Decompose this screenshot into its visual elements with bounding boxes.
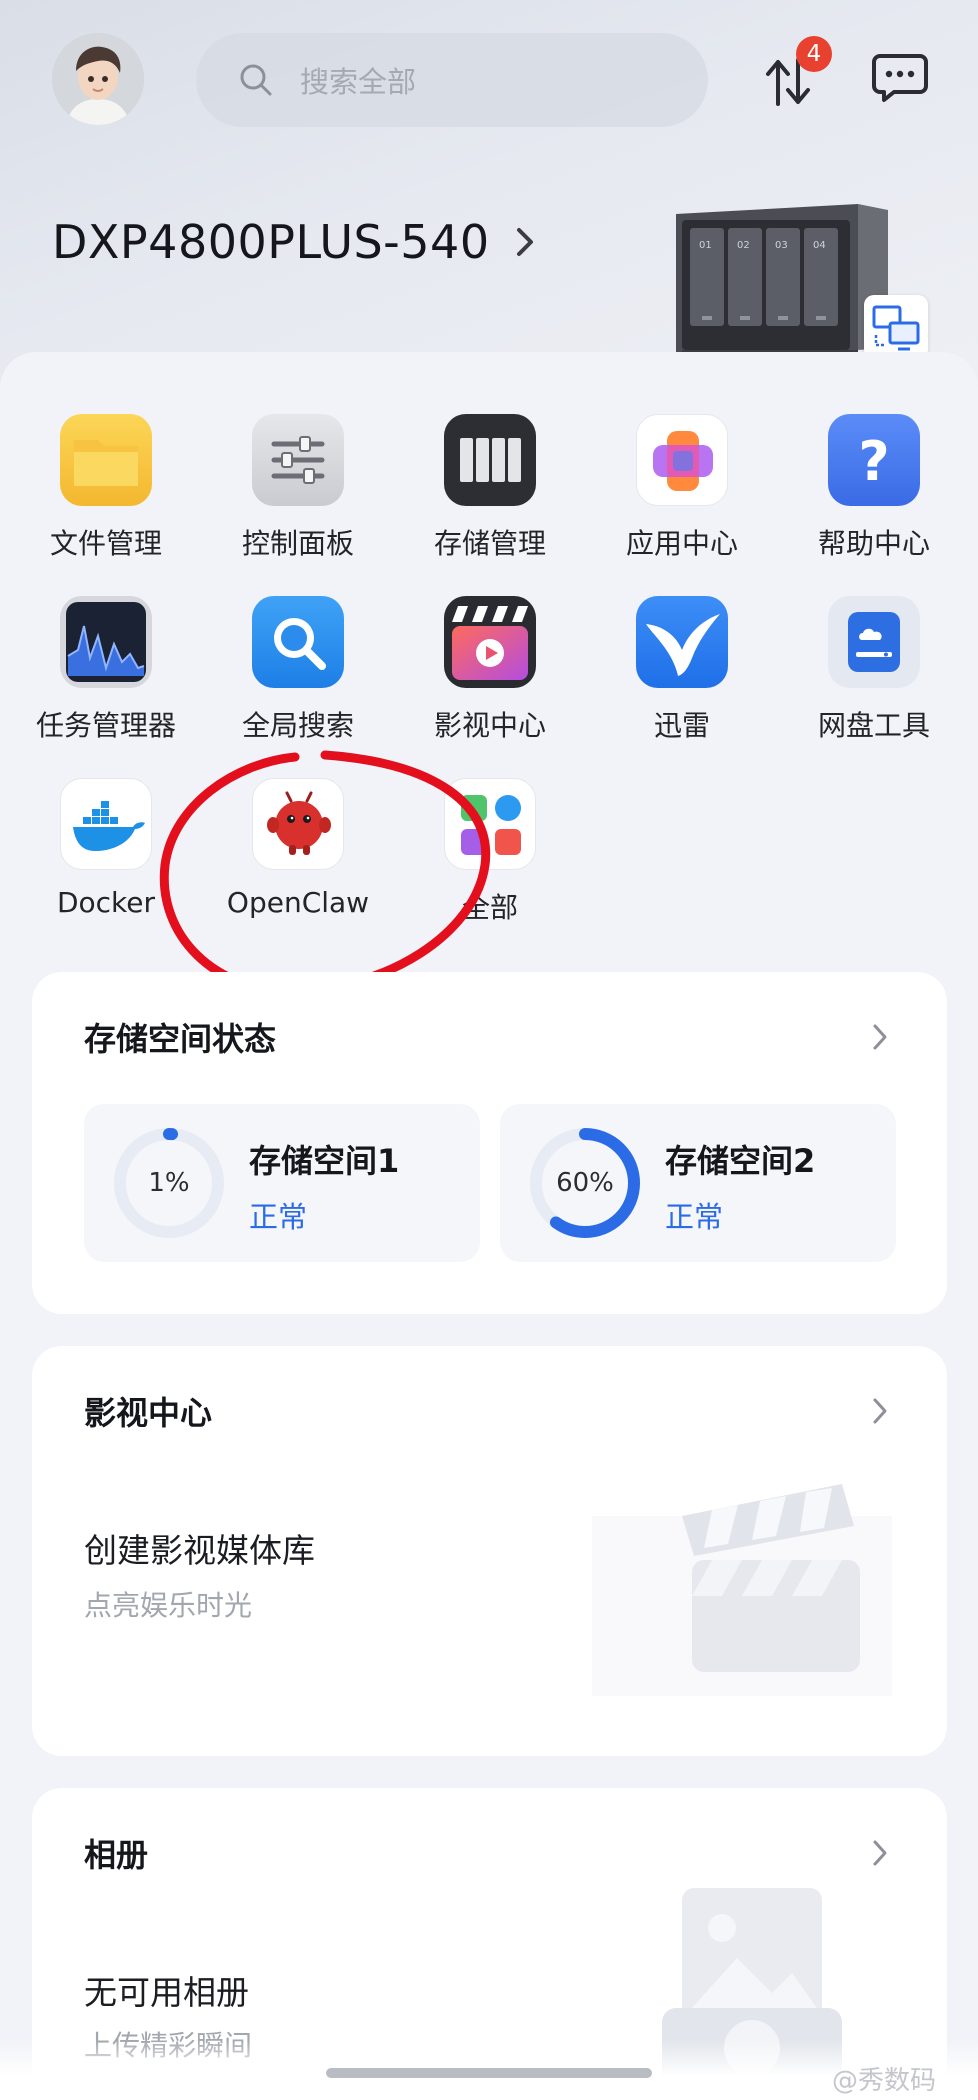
- volume-name: 存储空间1: [249, 1142, 400, 1180]
- app-label: 影视中心: [433, 709, 546, 742]
- app-video-center[interactable]: 影视中心: [395, 596, 585, 744]
- search-icon: [240, 64, 272, 96]
- app-label: 应用中心: [625, 527, 738, 560]
- app-control-panel[interactable]: 控制面板: [203, 414, 393, 562]
- docker-whale-icon: [60, 778, 152, 870]
- device-name: DXP4800PLUS-540: [52, 215, 490, 269]
- app-task-manager[interactable]: 任务管理器: [11, 596, 201, 744]
- remote-access-button[interactable]: [864, 295, 928, 359]
- app-label: 全部: [461, 891, 518, 924]
- svg-text:03: 03: [775, 240, 788, 251]
- usage-percent: 60%: [556, 1168, 614, 1198]
- chat-bubble-icon: [872, 54, 928, 102]
- svg-text:02: 02: [737, 240, 750, 251]
- app-label: 迅雷: [653, 709, 710, 742]
- user-avatar-icon: [52, 33, 144, 125]
- watermark: @秀数码: [832, 2066, 937, 2096]
- volume-status: 正常: [249, 1200, 308, 1234]
- card-title: 相册: [84, 1836, 149, 1874]
- app-store-icon: [636, 414, 728, 506]
- remote-screens-icon: [872, 305, 920, 351]
- app-label: 帮助中心: [817, 527, 930, 560]
- storage-status-card[interactable]: 存储空间状态 1% 存储空间1 正常 60% 存储空间2 正常: [32, 972, 947, 1314]
- app-app-center[interactable]: 应用中心: [587, 414, 777, 562]
- chevron-right-icon: [873, 1398, 887, 1424]
- home-indicator[interactable]: [326, 2068, 652, 2078]
- sliders-icon: [252, 414, 344, 506]
- app-openclaw[interactable]: OpenClaw: [203, 778, 393, 919]
- app-all[interactable]: 全部: [395, 778, 585, 926]
- avatar[interactable]: [52, 33, 144, 125]
- album-empty-title: 无可用相册: [84, 1973, 249, 2012]
- app-label: 存储管理: [433, 527, 546, 560]
- svg-text:?: ?: [858, 430, 889, 493]
- volume-status: 正常: [665, 1200, 724, 1234]
- app-help-center[interactable]: ? 帮助中心: [779, 414, 969, 562]
- app-label: 全局搜索: [241, 709, 354, 742]
- app-file-manager[interactable]: 文件管理: [11, 414, 201, 562]
- drives-icon: [444, 414, 536, 506]
- volume-card-2[interactable]: 60% 存储空间2 正常: [500, 1104, 896, 1262]
- clapperboard-illustration-icon: [592, 1484, 892, 1696]
- cloud-drive-icon: [828, 596, 920, 688]
- chevron-right-icon: [873, 1840, 887, 1866]
- card-title: 存储空间状态: [84, 1020, 277, 1058]
- svg-text:04: 04: [813, 240, 826, 251]
- chevron-right-icon: [516, 228, 533, 256]
- clapperboard-icon: [444, 596, 536, 688]
- activity-chart-icon: [60, 596, 152, 688]
- app-label: 控制面板: [241, 527, 354, 560]
- media-empty-title: 创建影视媒体库: [84, 1531, 315, 1570]
- volume-name: 存储空间2: [665, 1142, 816, 1180]
- transfer-count-badge: 4: [796, 36, 832, 72]
- messages-button[interactable]: [872, 52, 928, 104]
- search-bar[interactable]: 搜索全部: [196, 33, 708, 127]
- app-cloud-drive-tool[interactable]: 网盘工具: [779, 596, 969, 744]
- grid-apps-icon: [444, 778, 536, 870]
- app-label: 网盘工具: [817, 709, 930, 742]
- search-placeholder: 搜索全部: [300, 65, 417, 99]
- app-label: 任务管理器: [35, 709, 176, 742]
- app-storage-manager[interactable]: 存储管理: [395, 414, 585, 562]
- app-global-search[interactable]: 全局搜索: [203, 596, 393, 744]
- app-label: OpenClaw: [226, 886, 370, 919]
- app-xunlei[interactable]: 迅雷: [587, 596, 777, 744]
- card-title: 影视中心: [84, 1394, 213, 1432]
- app-label: Docker: [56, 886, 156, 919]
- red-creature-icon: [252, 778, 344, 870]
- bird-icon: [636, 596, 728, 688]
- app-label: 文件管理: [49, 527, 162, 560]
- help-icon: ?: [828, 414, 920, 506]
- device-selector[interactable]: DXP4800PLUS-540: [52, 215, 536, 269]
- svg-text:01: 01: [699, 240, 712, 251]
- magnifier-icon: [252, 596, 344, 688]
- usage-percent: 1%: [148, 1168, 190, 1198]
- folder-icon: [60, 414, 152, 506]
- media-empty-subtitle: 点亮娱乐时光: [84, 1589, 253, 1622]
- app-docker[interactable]: Docker: [11, 778, 201, 919]
- chevron-right-icon: [873, 1024, 887, 1050]
- media-center-card[interactable]: 影视中心 创建影视媒体库 点亮娱乐时光: [32, 1346, 947, 1756]
- volume-card-1[interactable]: 1% 存储空间1 正常: [84, 1104, 480, 1262]
